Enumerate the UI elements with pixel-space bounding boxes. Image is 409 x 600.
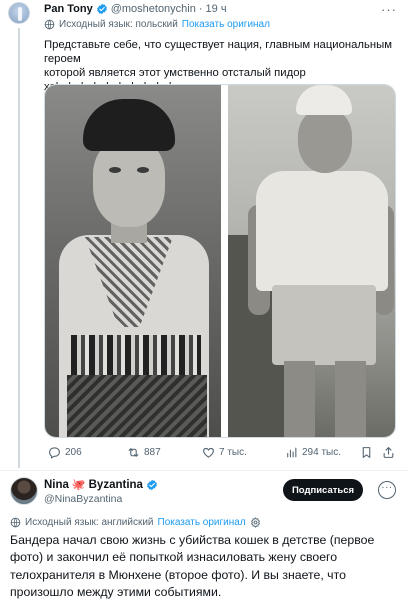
tweet-text: Бандера начал свою жизнь с убийства коше… xyxy=(10,533,375,600)
avatar[interactable] xyxy=(10,477,38,505)
tweet-text-line: которой является этот умственно отсталый… xyxy=(44,67,306,79)
author-handle[interactable]: @NinaByzantina xyxy=(44,493,122,505)
separator-dot: · xyxy=(198,3,203,15)
views-chart-icon xyxy=(287,447,297,458)
heart-icon xyxy=(203,447,214,458)
more-options-icon[interactable]: ··· xyxy=(378,481,396,499)
photo-detail xyxy=(284,361,366,437)
photo-detail xyxy=(67,375,207,437)
share-icon xyxy=(383,447,394,458)
media-divider xyxy=(221,85,228,437)
reply-button[interactable]: 206 xyxy=(48,446,82,459)
retweet-count: 887 xyxy=(144,447,161,458)
photo-detail xyxy=(71,335,201,375)
photo-right[interactable] xyxy=(228,85,395,437)
like-count: 7 тыс. xyxy=(219,447,247,458)
verified-badge-icon xyxy=(147,479,157,490)
retweet-button[interactable]: 887 xyxy=(127,446,161,459)
tweet-header: Pan Tony @moshetonychin · 19 ч xyxy=(44,3,227,15)
tweet-header: Nina 🐙 Byzantina xyxy=(44,478,158,491)
show-original-link[interactable]: Показать оригинал xyxy=(182,19,270,30)
translation-notice: Исходный язык: английский Показать ориги… xyxy=(10,517,261,528)
views-count: 294 тыс. xyxy=(302,447,342,458)
thread-line xyxy=(18,28,20,468)
octopus-emoji-icon: 🐙 xyxy=(71,479,86,491)
photo-detail xyxy=(272,285,376,365)
author-name-first[interactable]: Nina xyxy=(44,479,69,491)
translation-source-label: Исходный язык: английский xyxy=(25,517,154,528)
views-button[interactable]: 294 тыс. xyxy=(285,446,341,459)
share-button[interactable] xyxy=(382,446,395,459)
show-original-link[interactable]: Показать оригинал xyxy=(158,517,246,528)
photo-detail xyxy=(296,85,352,115)
like-button[interactable]: 7 тыс. xyxy=(202,446,247,459)
translation-notice: Исходный язык: польский Показать оригина… xyxy=(44,19,270,30)
translation-source-label: Исходный язык: польский xyxy=(59,19,178,30)
bookmark-icon xyxy=(362,447,371,458)
gear-icon[interactable] xyxy=(250,517,261,528)
tweet-text-line: Представьте себе, что существует нация, … xyxy=(44,39,393,65)
more-options-icon[interactable]: ··· xyxy=(381,2,397,17)
photo-left[interactable] xyxy=(45,85,221,437)
photo-detail xyxy=(256,171,388,291)
author-handle[interactable]: @moshetonychin xyxy=(111,3,196,15)
author-name-second[interactable]: Byzantina xyxy=(89,479,143,491)
avatar[interactable] xyxy=(8,2,30,24)
verified-badge-icon xyxy=(96,3,107,15)
photo-detail xyxy=(109,167,121,173)
photo-detail xyxy=(298,109,352,173)
photo-detail xyxy=(83,99,175,151)
timestamp[interactable]: 19 ч xyxy=(206,3,227,15)
reply-icon xyxy=(49,447,60,459)
subscribe-button[interactable]: Подписаться xyxy=(283,479,363,501)
photo-detail xyxy=(137,167,149,173)
tweet-1: Pan Tony @moshetonychin · 19 ч ··· Исход… xyxy=(0,0,409,470)
bookmark-button[interactable] xyxy=(360,446,373,459)
retweet-icon xyxy=(128,448,139,457)
author-name[interactable]: Pan Tony xyxy=(44,3,93,15)
photo-detail xyxy=(93,139,165,227)
action-bar: 206 887 7 тыс. 294 тыс. xyxy=(44,446,396,462)
avatar-figure xyxy=(18,7,22,21)
globe-icon xyxy=(44,19,55,30)
tweet-2: Nina 🐙 Byzantina @NinaByzantina Подписат… xyxy=(0,470,409,600)
globe-icon xyxy=(10,517,21,528)
reply-count: 206 xyxy=(65,447,82,458)
media-grid[interactable] xyxy=(44,84,396,438)
